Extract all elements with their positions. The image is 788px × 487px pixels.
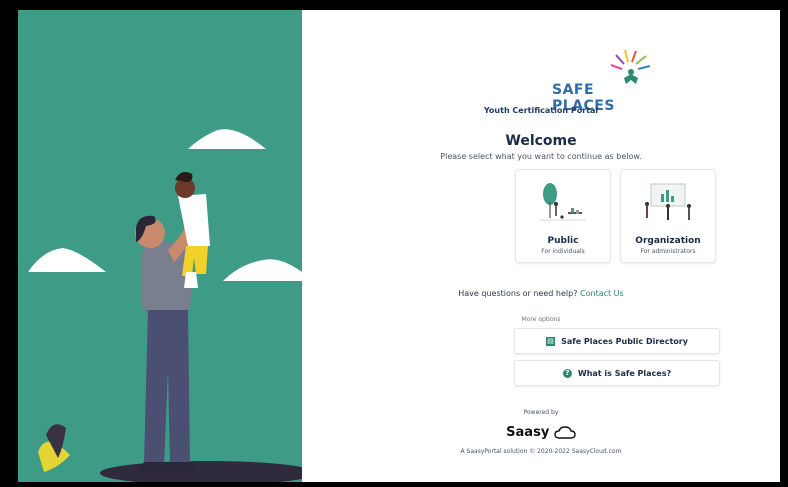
saasy-logo: Saasy: [302, 425, 780, 440]
directory-icon: ▤: [546, 336, 556, 346]
contact-us-link[interactable]: Contact Us: [580, 289, 624, 298]
public-directory-label: Safe Places Public Directory: [561, 336, 688, 346]
portal-subtitle: Youth Certification Portal: [483, 106, 599, 115]
powered-by-label: Powered by: [523, 409, 559, 416]
what-is-safe-places-button[interactable]: ? What is Safe Places?: [514, 360, 720, 386]
public-option-card[interactable]: Public For individuals: [515, 169, 611, 263]
safe-places-logo: SAFE PLACES: [552, 48, 662, 114]
instruction-text: Please select what you want to continue …: [440, 152, 642, 161]
page-title: Welcome: [505, 133, 577, 149]
parent-child-illustration: [28, 129, 302, 482]
help-question: Have questions or need help?: [458, 289, 578, 298]
app-window: SAFE PLACES Youth Certification Portal W…: [18, 10, 780, 482]
login-panel: SAFE PLACES Youth Certification Portal W…: [302, 10, 780, 482]
more-options-label: More options: [521, 316, 561, 323]
help-text: Have questions or need help? Contact Us: [302, 289, 780, 298]
cloud-icon: [554, 425, 576, 439]
public-illustration-icon: [540, 183, 586, 221]
organization-option-subtitle: For administrators: [640, 248, 696, 255]
organization-illustration-icon: [645, 183, 691, 220]
public-directory-button[interactable]: ▤ Safe Places Public Directory: [514, 328, 720, 354]
organization-option-title: Organization: [635, 236, 701, 246]
question-icon: ?: [562, 368, 572, 378]
what-is-safe-places-label: What is Safe Places?: [577, 368, 672, 378]
public-option-title: Public: [547, 236, 579, 246]
organization-option-card[interactable]: Organization For administrators: [620, 169, 716, 263]
saasy-wordmark: Saasy: [506, 425, 550, 440]
hero-illustration-panel: [18, 10, 302, 482]
copyright-text: A SaasyPortal solution © 2020-2022 Saasy…: [460, 448, 622, 455]
public-option-subtitle: For individuals: [541, 248, 585, 255]
